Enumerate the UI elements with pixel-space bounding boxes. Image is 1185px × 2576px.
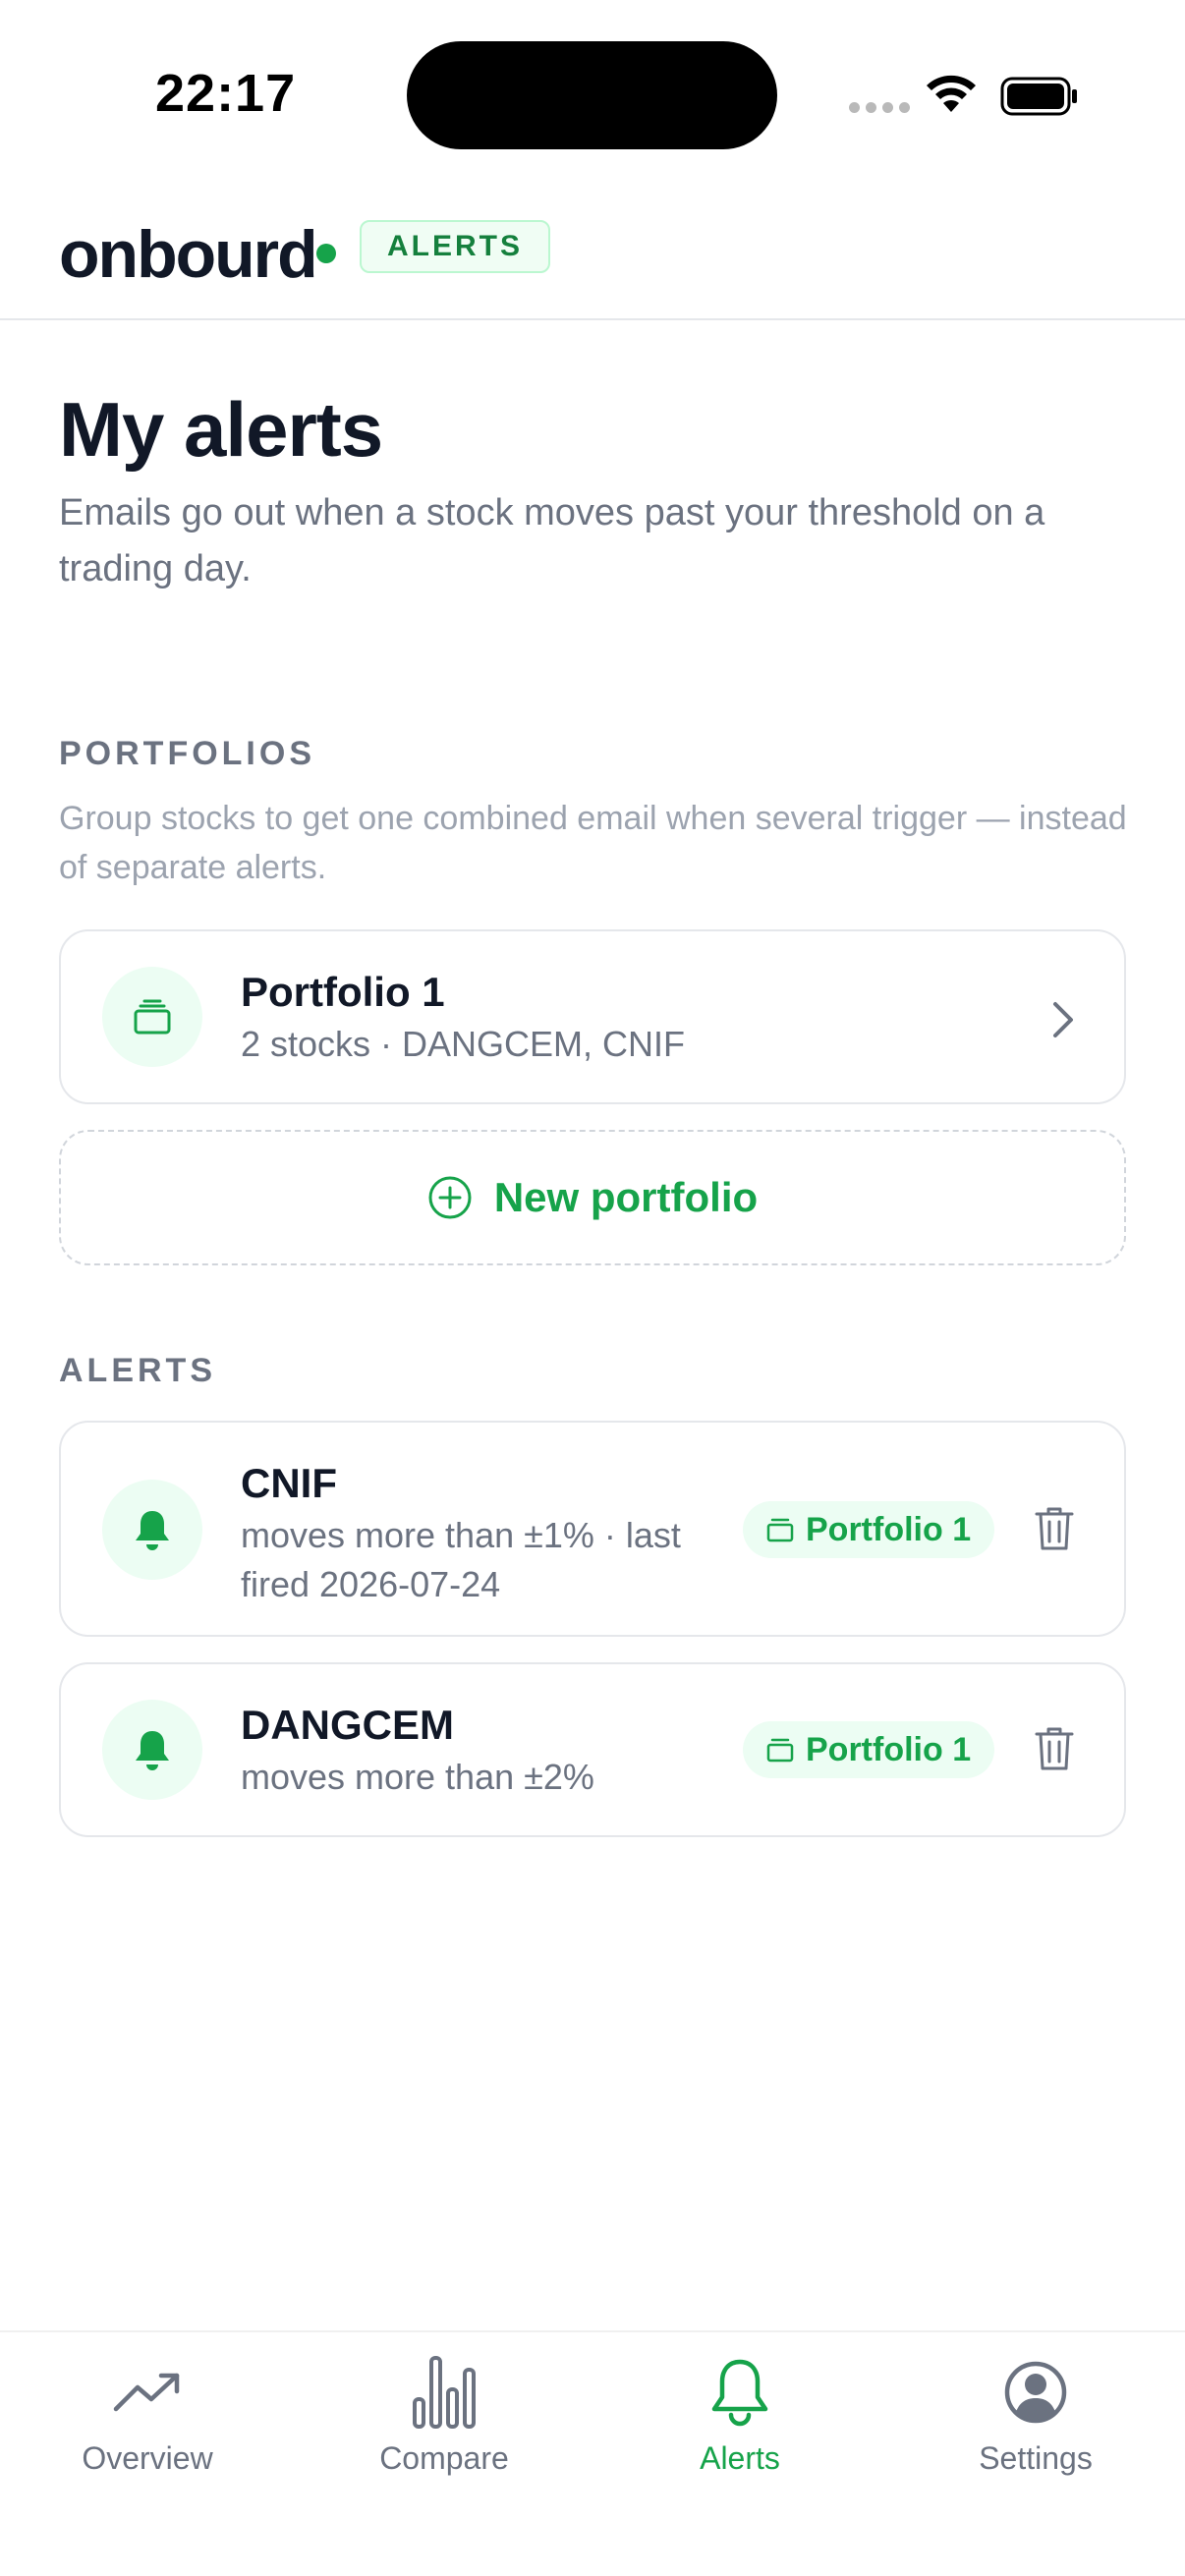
portfolio-pill-label: Portfolio 1 bbox=[806, 1510, 972, 1548]
alert-card[interactable]: CNIF moves more than ±1% · last fired 20… bbox=[59, 1421, 1126, 1637]
portfolio-card[interactable]: Portfolio 1 2 stocks · DANGCEM, CNIF bbox=[59, 929, 1126, 1104]
nav-label-alerts: Alerts bbox=[700, 2440, 780, 2476]
nav-item-overview[interactable]: Overview bbox=[0, 2332, 295, 2499]
page-subtitle: Emails go out when a stock moves past yo… bbox=[59, 492, 1045, 589]
nav-label-settings: Settings bbox=[979, 2440, 1093, 2476]
status-bar: 22:17 bbox=[0, 0, 1185, 187]
nav-label-overview: Overview bbox=[82, 2440, 213, 2476]
nav-item-alerts[interactable]: Alerts bbox=[592, 2332, 887, 2499]
portfolios-section-description: Group stocks to get one combined email w… bbox=[59, 800, 1127, 886]
new-portfolio-button[interactable]: New portfolio bbox=[59, 1130, 1126, 1265]
battery-icon bbox=[1000, 77, 1077, 116]
bell-icon bbox=[136, 1731, 169, 1770]
portfolios-section-label: PORTFOLIOS bbox=[59, 735, 315, 772]
section-badge: ALERTS bbox=[360, 220, 550, 273]
alert-icon bbox=[102, 1480, 202, 1580]
app-header: onbourd ALERTS bbox=[0, 187, 1185, 320]
portfolio-icon bbox=[766, 1738, 794, 1763]
portfolio-pill-label: Portfolio 1 bbox=[806, 1730, 972, 1768]
cellular-signal-icon bbox=[849, 102, 910, 113]
alerts-section-label: ALERTS bbox=[59, 1352, 216, 1389]
portfolio-detail: 2 stocks · DANGCEM, CNIF bbox=[241, 1024, 686, 1064]
user-circle-icon bbox=[1004, 2361, 1067, 2424]
wifi-icon bbox=[927, 75, 976, 112]
nav-item-settings[interactable]: Settings bbox=[888, 2332, 1183, 2499]
nav-item-compare[interactable]: Compare bbox=[297, 2332, 592, 2499]
new-portfolio-label: New portfolio bbox=[493, 1174, 759, 1220]
plus-circle-icon bbox=[428, 1176, 472, 1219]
alert-detail: moves more than ±1% · last fired 2026-07… bbox=[241, 1515, 681, 1604]
portfolio-icon bbox=[102, 967, 202, 1067]
alert-ticker: DANGCEM bbox=[241, 1702, 454, 1748]
portfolio-pill[interactable]: Portfolio 1 bbox=[743, 1501, 995, 1558]
app-logo[interactable]: onbourd bbox=[59, 216, 318, 293]
portfolio-pill[interactable]: Portfolio 1 bbox=[743, 1721, 995, 1778]
portfolio-icon bbox=[766, 1518, 794, 1542]
bell-icon bbox=[711, 2359, 768, 2427]
bottom-nav: Overview Compare Alerts Settings bbox=[0, 2330, 1185, 2576]
dynamic-island bbox=[407, 41, 777, 149]
page-title: My alerts bbox=[59, 386, 383, 473]
status-time: 22:17 bbox=[155, 64, 297, 123]
trash-icon[interactable] bbox=[1034, 1725, 1075, 1772]
bar-chart-icon bbox=[413, 2356, 476, 2429]
nav-label-compare: Compare bbox=[379, 2440, 509, 2476]
bell-icon bbox=[136, 1511, 169, 1550]
alert-icon bbox=[102, 1700, 202, 1800]
alert-detail: moves more than ±2% bbox=[241, 1757, 594, 1797]
chevron-right-icon bbox=[1053, 1002, 1073, 1037]
alert-card[interactable]: DANGCEM moves more than ±2% Portfolio 1 bbox=[59, 1662, 1126, 1837]
portfolio-name: Portfolio 1 bbox=[241, 969, 445, 1015]
alert-ticker: CNIF bbox=[241, 1460, 337, 1506]
logo-dot bbox=[316, 244, 336, 263]
trash-icon[interactable] bbox=[1034, 1505, 1075, 1552]
trend-up-icon bbox=[113, 2373, 180, 2412]
